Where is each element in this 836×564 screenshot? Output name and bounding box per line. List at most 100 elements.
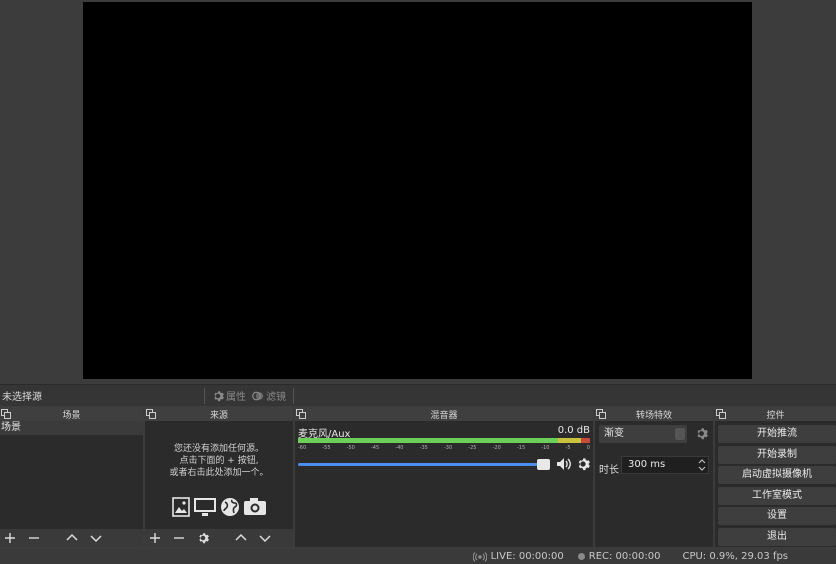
move-source-up-chevron-icon[interactable] [233, 530, 249, 546]
start-recording-button[interactable]: 开始录制 [718, 445, 836, 464]
transitions-body: 渐变 时长 300 ms [595, 421, 713, 547]
scenes-dock: 场景 场景 [0, 407, 145, 547]
transitions-dock-title: 转场特效 [595, 407, 713, 421]
no-source-label: 未选择源 [2, 392, 42, 403]
sources-empty-hint: 您还没有添加任何源。 点击下面的 + 按钮, 或者右击此处添加一个。 [145, 443, 293, 479]
duration-input[interactable]: 300 ms [621, 456, 709, 474]
scenes-title: 场景 [62, 410, 81, 421]
scenes-list: 场景 [0, 421, 143, 529]
camera-icon [243, 498, 266, 515]
transitions-title: 转场特效 [635, 410, 672, 421]
monitor-icon [193, 498, 216, 516]
audio-mixer-dock: 混音器 麦克风/Aux 0.0 dB -60 -55 -50 -45 -40 -35 -30… [295, 407, 595, 547]
add-source-plus-icon[interactable] [147, 530, 163, 546]
source-type-icons [145, 497, 293, 517]
channel-level: 0.0 dB [557, 425, 590, 436]
sources-title: 来源 [209, 410, 228, 421]
sources-dock-title: 来源 [145, 407, 293, 421]
live-timer: LIVE: 00:00:00 [490, 551, 564, 562]
rec-timer: REC: 00:00:00 [588, 551, 661, 562]
chevron-updown-icon [675, 428, 685, 440]
add-scene-plus-icon[interactable] [2, 530, 18, 546]
filter-icon [252, 391, 264, 400]
meter-tick-label: -35 [419, 445, 428, 451]
status-bar: LIVE: 00:00:00 REC: 00:00:00 CPU: 0.9%, … [0, 549, 836, 564]
meter-tick-label: -30 [443, 445, 453, 451]
record-dot-icon [577, 553, 585, 560]
properties-label: 属性 [226, 392, 246, 403]
move-scene-up-chevron-icon[interactable] [64, 530, 80, 546]
spinner-arrows-icon[interactable] [697, 459, 707, 471]
empty-hint-line: 您还没有添加任何源。 [173, 444, 264, 454]
docks-area: 场景 场景 来源 您还没有添加任何源。 点击下面的 + 按钮, 或者右击此处添加… [0, 407, 836, 547]
meter-tick-label: -5 [565, 445, 571, 451]
exit-button[interactable]: 退出 [718, 527, 836, 546]
move-scene-down-chevron-icon[interactable] [88, 530, 104, 546]
mixer-dock-title: 混音器 [295, 407, 593, 421]
meter-tick-label: -10 [541, 445, 550, 451]
filters-label: 滤镜 [266, 392, 286, 403]
start-virtual-camera-button[interactable]: 启动虚拟摄像机 [718, 466, 836, 484]
mixer-body: 麦克风/Aux 0.0 dB -60 -55 -50 -45 -40 -35 -30 -25-… [295, 421, 593, 547]
volume-slider[interactable] [298, 458, 550, 470]
meter-tick-label: -20 [492, 445, 501, 451]
meter-scale: -60 -55 -50 -45 -40 -35 -30 -25 -20 -15 -10 -5 0 [298, 444, 590, 452]
sources-footer [145, 529, 293, 547]
studio-mode-button[interactable]: 工作室模式 [718, 486, 836, 505]
toolbar-divider [204, 387, 205, 404]
meter-tick-label: -45 [370, 445, 380, 451]
start-streaming-button[interactable]: 开始推流 [718, 425, 836, 443]
controls-dock: 控件 开始推流 开始录制 启动虚拟摄像机 工作室模式 设置 退出 [715, 407, 836, 547]
float-dock-icon[interactable] [1, 409, 11, 419]
empty-hint-line: 或者右击此处添加一个。 [169, 468, 269, 478]
source-properties-gear-icon[interactable] [195, 530, 211, 546]
float-dock-icon[interactable] [296, 409, 306, 419]
gear-icon[interactable] [695, 427, 708, 440]
float-dock-icon[interactable] [146, 409, 156, 419]
duration-value: 300 ms [628, 459, 666, 470]
mixer-channel: 麦克风/Aux 0.0 dB -60 -55 -50 -45 -40 -35 -30 -25-… [298, 425, 590, 471]
toolbar-divider [293, 387, 294, 404]
duration-label: 时长 [599, 465, 619, 476]
filters-button[interactable]: 滤镜 [249, 388, 289, 403]
gear-icon[interactable] [576, 457, 590, 471]
remove-source-minus-icon[interactable] [171, 530, 187, 546]
scene-item[interactable]: 场景 [0, 421, 143, 435]
meter-tick-label: -50 [346, 445, 355, 451]
meter-tick-label: 0 [586, 445, 590, 451]
transition-select[interactable]: 渐变 [599, 425, 687, 443]
gear-icon [214, 390, 224, 401]
meter-tick-label: -25 [468, 445, 477, 451]
meter-tick-label: -55 [322, 445, 331, 451]
float-dock-icon[interactable] [716, 409, 726, 419]
scenes-footer [0, 529, 143, 547]
source-toolbar: 未选择源 属性 滤镜 [0, 384, 836, 406]
volume-slider-handle[interactable] [537, 458, 550, 470]
transition-selected: 渐变 [604, 428, 624, 439]
preview-canvas[interactable] [83, 2, 752, 379]
empty-hint-line: 点击下面的 + 按钮, [179, 456, 259, 466]
mixer-title: 混音器 [430, 410, 458, 421]
audio-level-meter [298, 438, 590, 443]
transitions-dock: 转场特效 渐变 时长 300 ms [595, 407, 715, 547]
settings-button[interactable]: 设置 [718, 507, 836, 525]
meter-tick-label: -60 [298, 445, 307, 451]
sources-dock: 来源 您还没有添加任何源。 点击下面的 + 按钮, 或者右击此处添加一个。 [145, 407, 295, 547]
meter-tick-label: -40 [395, 445, 404, 451]
globe-icon [220, 498, 239, 516]
move-source-down-chevron-icon[interactable] [257, 530, 273, 546]
remove-scene-minus-icon[interactable] [26, 530, 42, 546]
channel-name: 麦克风/Aux [298, 429, 351, 440]
scenes-dock-title: 场景 [0, 407, 143, 421]
broadcast-icon [472, 551, 487, 562]
controls-dock-title: 控件 [715, 407, 836, 421]
properties-button[interactable]: 属性 [209, 388, 249, 403]
speaker-icon[interactable] [556, 457, 572, 471]
controls-title: 控件 [766, 410, 785, 421]
sources-list[interactable]: 您还没有添加任何源。 点击下面的 + 按钮, 或者右击此处添加一个。 [145, 421, 293, 529]
float-dock-icon[interactable] [596, 409, 606, 419]
image-icon [171, 497, 190, 517]
cpu-fps-readout: CPU: 0.9%, 29.03 fps [682, 551, 788, 562]
meter-tick-label: -15 [516, 445, 526, 451]
controls-list: 开始推流 开始录制 启动虚拟摄像机 工作室模式 设置 退出 [718, 425, 836, 548]
